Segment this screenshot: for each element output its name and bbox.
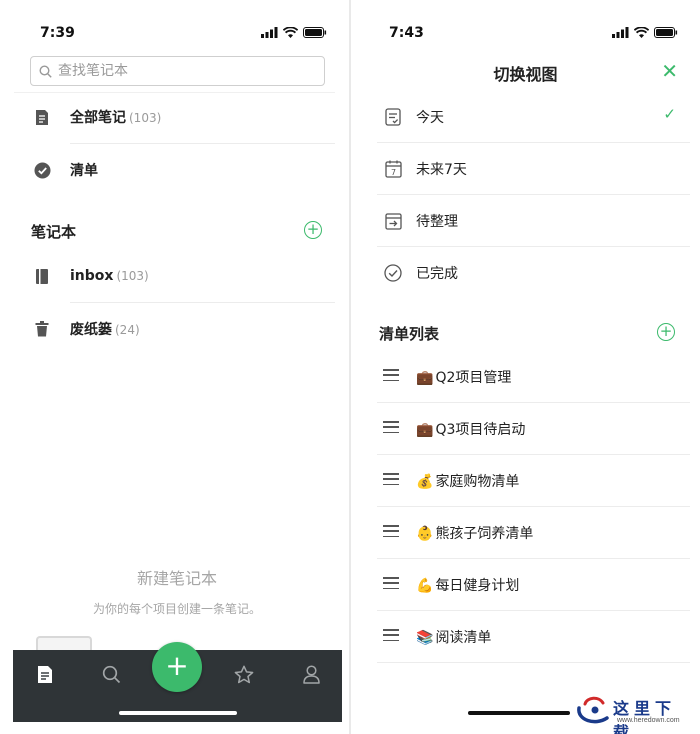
check-circle-icon (32, 160, 52, 180)
list-item[interactable]: 💼 Q3项目待启动 (377, 403, 690, 455)
search-icon (102, 665, 120, 683)
tab-starred[interactable] (232, 662, 256, 686)
view-label: 未来7天 (416, 162, 467, 178)
lists-section-title: 清单列表 (379, 325, 440, 343)
add-notebook-button[interactable]: + (304, 221, 322, 239)
divider (377, 662, 690, 663)
trash-count: (24) (115, 323, 140, 337)
status-time: 7:39 (40, 25, 75, 41)
close-button[interactable]: ✕ (661, 59, 678, 83)
notebook-search-field[interactable] (30, 56, 325, 86)
trash-icon (32, 319, 52, 339)
tab-notes[interactable] (33, 662, 57, 686)
empty-state-subtitle: 为你的每个项目创建一条笔记。 (92, 602, 261, 616)
list-label: 💰 家庭购物清单 (416, 474, 520, 490)
battery-icon (303, 27, 327, 38)
tab-search[interactable] (99, 662, 123, 686)
today-icon (383, 107, 403, 127)
notebooks-screen: 7:39 全部笔记(103) 清单 笔记本 + inbox(103) (0, 0, 349, 734)
view-label: 已完成 (416, 266, 458, 282)
all-notes-item[interactable]: 全部笔记 (103) (0, 91, 349, 143)
home-indicator (468, 711, 570, 715)
check-circle-icon (383, 263, 403, 283)
drag-handle-icon[interactable] (383, 525, 399, 537)
all-notes-count: (103) (129, 111, 162, 125)
list-item[interactable]: 📚 阅读清单 (377, 611, 690, 663)
drag-handle-icon[interactable] (383, 421, 399, 433)
home-indicator (119, 711, 237, 715)
trash-item[interactable]: 废纸篓 (24) (0, 303, 349, 355)
search-icon (39, 64, 52, 78)
watermark-text: 这里下载 (613, 699, 677, 734)
status-icons (612, 27, 678, 38)
switch-view-screen: 7:43 切换视图 ✕ 今天 ✓ 7 未来7天 待整理 已完成 清单列表 + 💼… (351, 0, 700, 734)
tab-profile[interactable] (299, 662, 323, 686)
view-item-today[interactable]: 今天 ✓ (377, 91, 690, 143)
list-label: 💼 Q3项目待启动 (416, 422, 526, 438)
view-item-completed[interactable]: 已完成 (377, 247, 690, 299)
baby-face-icon: 👶 (416, 526, 434, 542)
drag-handle-icon[interactable] (383, 369, 399, 381)
briefcase-icon: 💼 (416, 370, 434, 386)
view-item-next-7-days[interactable]: 7 未来7天 (377, 143, 690, 195)
signal-icon (612, 27, 629, 38)
status-time: 7:43 (389, 25, 424, 41)
wifi-icon (634, 27, 649, 38)
svg-text:7: 7 (390, 168, 395, 177)
status-bar: 7:43 (351, 0, 700, 52)
books-icon: 📚 (416, 630, 434, 646)
notebook-item[interactable]: inbox (103) (0, 250, 349, 302)
flexed-bicep-icon: 💪 (416, 578, 434, 594)
calendar-7-icon: 7 (383, 159, 403, 179)
watermark-url: www.heredown.com (617, 717, 680, 724)
notebook-label: inbox (103) (70, 268, 149, 284)
money-bag-icon: 💰 (416, 474, 434, 490)
star-icon (234, 665, 254, 683)
selected-check-icon: ✓ (663, 105, 676, 123)
notebook-count: (103) (116, 269, 149, 283)
list-label: 💪 每日健身计划 (416, 578, 520, 594)
note-icon (32, 107, 52, 127)
list-item[interactable]: 👶 熊孩子饲养清单 (377, 507, 690, 559)
view-item-to-organize[interactable]: 待整理 (377, 195, 690, 247)
trash-label: 废纸篓 (24) (70, 322, 140, 338)
view-label: 今天 (416, 110, 444, 126)
tab-bar: + (13, 642, 342, 722)
checklist-label: 清单 (70, 163, 98, 179)
list-label: 💼 Q2项目管理 (416, 370, 512, 386)
profile-icon (302, 664, 320, 684)
empty-state-title: 新建笔记本 (136, 569, 217, 588)
list-item[interactable]: 💪 每日健身计划 (377, 559, 690, 611)
drag-handle-icon[interactable] (383, 629, 399, 641)
notes-icon (38, 665, 52, 683)
status-icons (261, 27, 327, 38)
watermark-swoosh-icon (577, 696, 609, 724)
notebooks-section-title: 笔记本 (31, 223, 77, 241)
watermark-logo: 这里下载 www.heredown.com (573, 694, 695, 734)
status-bar: 7:39 (0, 0, 349, 52)
page-title: 切换视图 (493, 65, 558, 84)
battery-icon (654, 27, 678, 38)
drag-handle-icon[interactable] (383, 577, 399, 589)
list-label: 📚 阅读清单 (416, 630, 492, 646)
all-notes-label: 全部笔记 (103) (70, 110, 162, 126)
list-item[interactable]: 💰 家庭购物清单 (377, 455, 690, 507)
search-input[interactable] (58, 63, 298, 79)
view-label: 待整理 (416, 214, 458, 230)
signal-icon (261, 27, 278, 38)
list-label: 👶 熊孩子饲养清单 (416, 526, 534, 542)
add-list-button[interactable]: + (657, 323, 675, 341)
drag-handle-icon[interactable] (383, 473, 399, 485)
inbox-arrow-icon (383, 211, 403, 231)
list-item[interactable]: 💼 Q2项目管理 (377, 351, 690, 403)
checklist-item[interactable]: 清单 (0, 144, 349, 196)
notebook-icon (32, 266, 52, 286)
wifi-icon (283, 27, 298, 38)
briefcase-icon: 💼 (416, 422, 434, 438)
new-note-button[interactable]: + (152, 642, 202, 692)
